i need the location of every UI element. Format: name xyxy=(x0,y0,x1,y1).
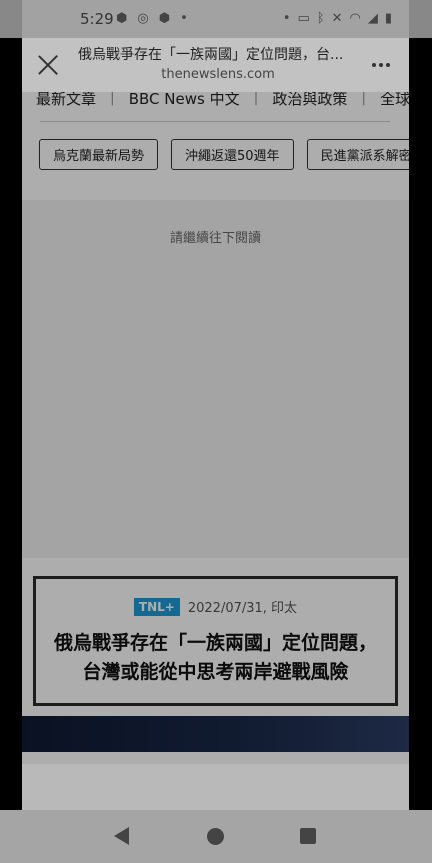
bottom-bar xyxy=(22,764,409,810)
web-content: 最新文章 | BBC News 中文 | 政治與政策 | 全球動 烏克蘭最新局勢… xyxy=(22,0,409,863)
mute-icon: ✕ xyxy=(331,11,343,26)
cast-icon: ▭ xyxy=(297,11,310,26)
ad-placeholder xyxy=(22,200,409,558)
back-icon[interactable] xyxy=(114,827,129,845)
article-card[interactable]: TNL+ 2022/07/31, 印太 俄烏戰爭存在「一族兩國」定位問題，台灣或… xyxy=(33,576,398,706)
menu-dot xyxy=(386,63,390,67)
article-title[interactable]: 俄烏戰爭存在「一族兩國」定位問題，台灣或能從中思考兩岸避戰風險 xyxy=(50,629,381,687)
article-date-category: 2022/07/31, 印太 xyxy=(187,601,298,616)
topic-chip[interactable]: 民進黨派系解密 xyxy=(306,139,409,170)
page-domain: thenewslens.com xyxy=(161,67,275,82)
bluetooth-icon: ᛒ xyxy=(316,11,325,26)
article-image xyxy=(22,716,409,752)
continue-reading-label: 請繼續往下閱讀 xyxy=(169,231,261,246)
recents-icon[interactable] xyxy=(300,828,316,844)
home-icon[interactable] xyxy=(207,828,224,845)
page-title: 俄烏戰爭存在「一族兩國」定位問題，台... xyxy=(78,47,344,63)
system-nav-bar xyxy=(0,810,432,863)
topic-chips: 烏克蘭最新局勢 沖繩返還50週年 民進黨派系解密 xyxy=(39,139,409,170)
android-icon: ⬢ xyxy=(158,11,171,26)
status-bar: 5:29 ⬢ ◎ ⬢ • • ▭ ᛒ ✕ ◠ ◢ ▮ xyxy=(0,0,432,38)
tnl-plus-badge: TNL+ xyxy=(133,597,180,616)
menu-dot xyxy=(379,63,383,67)
browser-toolbar: 俄烏戰爭存在「一族兩國」定位問題，台... thenewslens.com xyxy=(22,38,409,92)
battery-icon: ▮ xyxy=(384,11,392,26)
notification-icons: ⬢ ◎ ⬢ • xyxy=(116,11,188,26)
topic-chip[interactable]: 烏克蘭最新局勢 xyxy=(39,139,159,170)
more-options-icon[interactable] xyxy=(367,50,395,80)
dot-icon: • xyxy=(282,11,291,26)
url-box[interactable]: 俄烏戰爭存在「一族兩國」定位問題，台... thenewslens.com xyxy=(78,44,358,82)
system-icons: • ▭ ᛒ ✕ ◠ ◢ ▮ xyxy=(283,11,392,26)
signal-icon: ◢ xyxy=(367,11,378,26)
status-time: 5:29 xyxy=(80,10,114,28)
android-icon: ⬢ xyxy=(116,11,128,26)
sync-icon: ◎ xyxy=(137,11,149,26)
topic-chip[interactable]: 沖繩返還50週年 xyxy=(171,139,294,170)
close-icon[interactable] xyxy=(34,51,62,79)
dot-icon: • xyxy=(180,11,188,26)
article-meta: TNL+ 2022/07/31, 印太 xyxy=(36,597,395,616)
section-divider xyxy=(40,121,390,122)
wifi-icon: ◠ xyxy=(349,11,361,26)
menu-dot xyxy=(372,63,376,67)
